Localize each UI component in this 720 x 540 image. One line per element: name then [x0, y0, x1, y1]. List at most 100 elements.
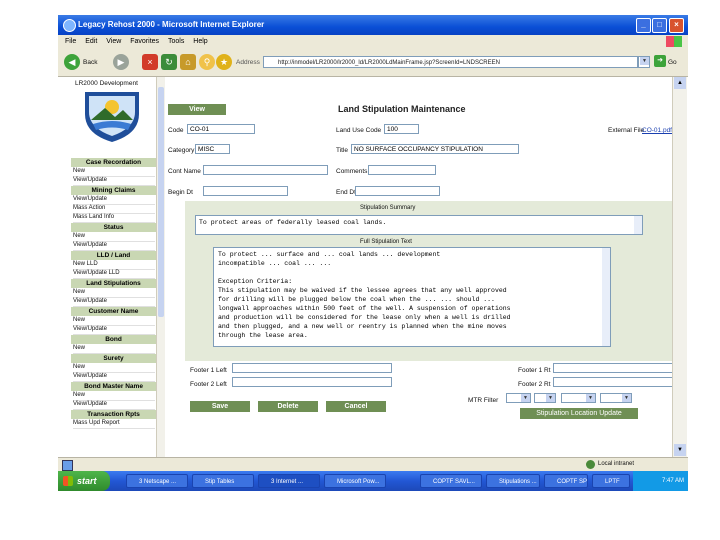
sidebar-section-case-recordation: Case Recordation: [71, 158, 156, 167]
end-dt-field[interactable]: [355, 186, 440, 196]
cancel-button[interactable]: Cancel: [326, 401, 386, 412]
mtr-filter-select-4[interactable]: ▼: [600, 393, 632, 403]
category-label: Category: [168, 147, 195, 154]
sidebar-section-customer-name: Customer Name: [71, 307, 156, 316]
external-file-link[interactable]: CO-01.pdf: [642, 127, 672, 134]
full-stipulation-textarea[interactable]: To protect ... surface and ... coal land…: [213, 247, 611, 347]
footer-2-right-field[interactable]: [553, 377, 678, 387]
footer-2-left-field[interactable]: [232, 377, 392, 387]
forward-arrow-icon[interactable]: ▶: [113, 54, 129, 70]
land-use-code-label: Land Use Code: [336, 127, 382, 134]
stipulation-summary-label: Stipulation Summary: [360, 205, 416, 211]
sidebar-item-customer-view-update[interactable]: View/Update: [73, 325, 155, 335]
menu-file[interactable]: File: [65, 38, 76, 45]
page-scrollbar[interactable]: ▲ ▼: [672, 77, 687, 457]
go-arrow-icon[interactable]: ➜: [654, 55, 666, 67]
full-text-line: and then plugged, and a new well or reen…: [218, 323, 507, 330]
page-title: Land Stipulation Maintenance: [338, 104, 466, 114]
back-arrow-icon[interactable]: ◀: [64, 54, 80, 70]
taskbar-item[interactable]: 3 Netscape ...: [126, 474, 188, 488]
sidebar-item-view-update-lld[interactable]: View/Update LLD: [73, 269, 155, 279]
home-icon[interactable]: ⌂: [180, 54, 196, 70]
chevron-down-icon: ▼: [521, 394, 530, 402]
footer-2-left-label: Footer 2 Left: [190, 381, 227, 388]
sidebar-section-lld-land: LLD / Land: [71, 251, 156, 260]
taskbar-item[interactable]: LPTF: [592, 474, 630, 488]
mtr-filter-label: MTR Filter: [468, 397, 499, 404]
sidebar-item-mass-upd-report[interactable]: Mass Upd Report: [73, 419, 155, 429]
category-field[interactable]: MISC: [195, 144, 230, 154]
stipulation-summary-textarea[interactable]: To protect areas of federally leased coa…: [195, 215, 643, 235]
menu-bar: File Edit View Favorites Tools Help: [58, 35, 688, 50]
search-icon[interactable]: ⚲: [199, 54, 215, 70]
begin-dt-field[interactable]: [203, 186, 288, 196]
stipulation-location-update-button[interactable]: Stipulation Location Update: [520, 408, 638, 419]
taskbar-item[interactable]: COPTF SPR...: [544, 474, 588, 488]
sidebar-item-surety-view-update[interactable]: View/Update: [73, 372, 155, 382]
sidebar-section-mining-claims: Mining Claims: [71, 186, 156, 195]
mtr-filter-select-2[interactable]: ▼: [534, 393, 556, 403]
menu-tools[interactable]: Tools: [168, 38, 184, 45]
footer-2-right-label: Footer 2 Rt: [518, 381, 551, 388]
sidebar-item-case-view-update[interactable]: View/Update: [73, 176, 155, 186]
sidebar-section-transaction-rpts: Transaction Rpts: [71, 410, 156, 419]
taskbar-item[interactable]: COPTF SAVL...: [420, 474, 482, 488]
taskbar-item[interactable]: Stip Tables: [192, 474, 254, 488]
clock: 7:47 AM: [661, 478, 684, 484]
taskbar-item[interactable]: Microsoft Pow...: [324, 474, 386, 488]
maximize-button[interactable]: □: [652, 18, 667, 33]
sidebar-scroll-thumb[interactable]: [158, 87, 164, 317]
delete-button[interactable]: Delete: [258, 401, 318, 412]
footer-1-left-field[interactable]: [232, 363, 392, 373]
refresh-icon[interactable]: ↻: [161, 54, 177, 70]
screenshot-frame: Legacy Rehost 2000 - Microsoft Internet …: [58, 15, 688, 491]
title-field[interactable]: NO SURFACE OCCUPANCY STIPULATION: [351, 144, 519, 154]
full-text-line: longwall approaches within 500 feet of t…: [218, 305, 511, 312]
footer-1-right-field[interactable]: [553, 363, 678, 373]
code-field[interactable]: CO-01: [187, 124, 255, 134]
go-label[interactable]: Go: [668, 59, 677, 66]
menu-edit[interactable]: Edit: [85, 38, 97, 45]
summary-scrollbar[interactable]: [634, 216, 642, 234]
title-label: Title: [336, 147, 349, 154]
sidebar-item-status-view-update[interactable]: View/Update: [73, 241, 155, 251]
menu-help[interactable]: Help: [193, 38, 207, 45]
back-label[interactable]: Back: [83, 59, 97, 66]
address-dropdown[interactable]: ▼: [638, 56, 650, 68]
save-button[interactable]: Save: [190, 401, 250, 412]
cont-name-field[interactable]: [203, 165, 328, 175]
start-button[interactable]: start: [58, 471, 110, 491]
close-button[interactable]: ×: [669, 18, 684, 33]
menu-view[interactable]: View: [106, 38, 121, 45]
address-bar-input[interactable]: http://inmodel/LR2000/lr2000_ld/LR2000Ld…: [263, 56, 638, 68]
mtr-filter-select-1[interactable]: ▼: [506, 393, 531, 403]
footer-1-right-label: Footer 1 Rt: [518, 367, 551, 374]
scroll-up-arrow-icon[interactable]: ▲: [674, 77, 686, 89]
favorites-star-icon[interactable]: ★: [216, 54, 232, 70]
stop-icon[interactable]: ×: [142, 54, 158, 70]
sidebar-item-mass-land-info[interactable]: Mass Land Info: [73, 213, 155, 223]
view-button[interactable]: View: [168, 104, 226, 115]
taskbar-item[interactable]: Stipulations ...: [486, 474, 540, 488]
sidebar-item-stip-view-update[interactable]: View/Update: [73, 297, 155, 307]
sidebar-section-land-stipulations: Land Stipulations: [71, 279, 156, 288]
scroll-down-arrow-icon[interactable]: ▼: [674, 444, 686, 456]
menu-favorites[interactable]: Favorites: [130, 38, 159, 45]
comments-label: Comments: [336, 168, 368, 175]
sidebar-scrollbar[interactable]: [156, 77, 165, 457]
cont-name-label: Cont Name: [168, 168, 201, 175]
comments-field[interactable]: [368, 165, 436, 175]
land-use-code-field[interactable]: 100: [384, 124, 419, 134]
minimize-button[interactable]: _: [636, 18, 651, 33]
chevron-down-icon: ▼: [640, 57, 649, 65]
chevron-down-icon: ▼: [622, 394, 631, 402]
mtr-filter-select-3[interactable]: ▼: [561, 393, 596, 403]
sidebar-item-bond-new[interactable]: New: [73, 344, 155, 354]
sidebar-item-bond-master-view-update[interactable]: View/Update: [73, 400, 155, 410]
external-file-label: External File: [608, 127, 645, 134]
full-stipulation-text-label: Full Stipulation Text: [360, 239, 412, 245]
full-text-scrollbar[interactable]: [602, 248, 610, 346]
chevron-down-icon: ▼: [546, 394, 555, 402]
system-tray: 7:47 AM: [633, 471, 688, 491]
taskbar-item[interactable]: 3 Internet ...: [258, 474, 320, 488]
